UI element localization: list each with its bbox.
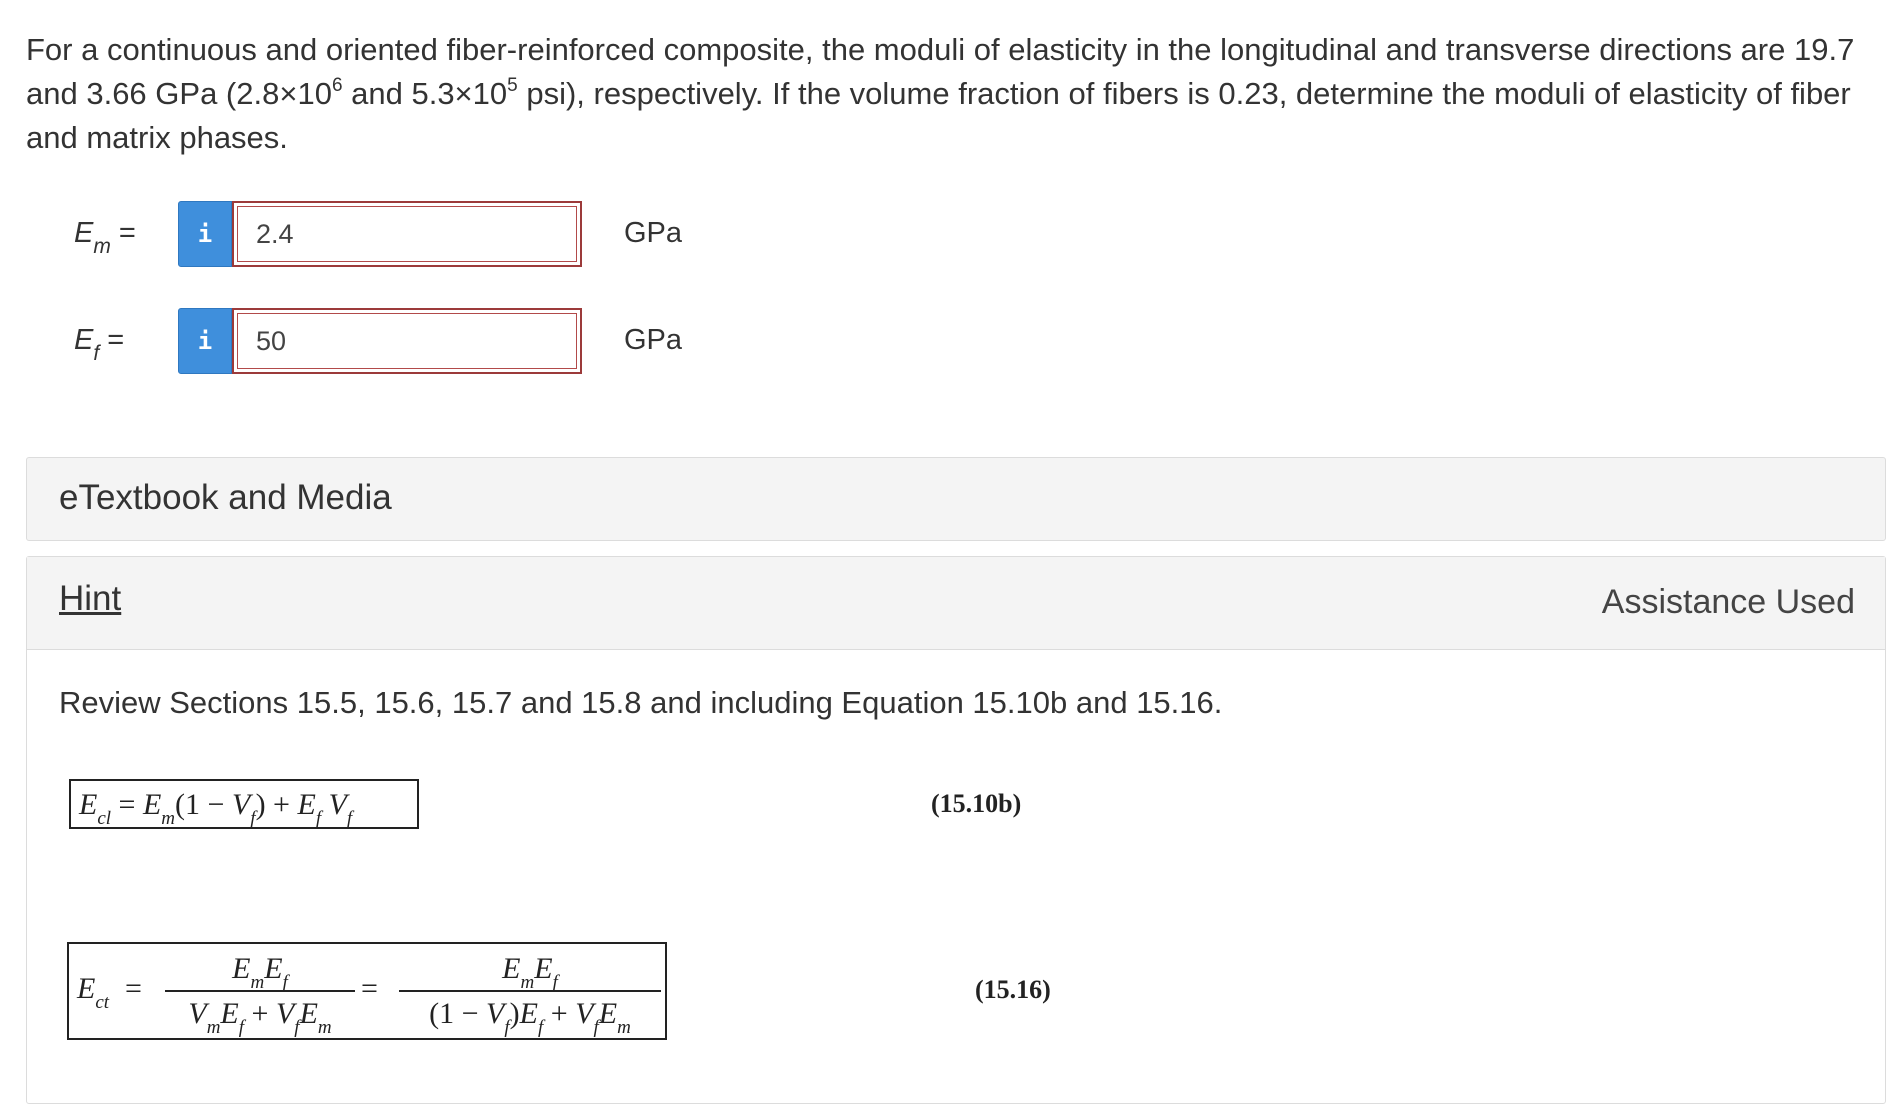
assistance-used-label: Assistance Used (1601, 583, 1855, 621)
etextbook-panel[interactable]: eTextbook and Media (26, 457, 1886, 541)
answer-row-ef: Ef = i GPa (74, 308, 974, 374)
em-label: Em = (74, 217, 136, 258)
ef-label: Ef = (74, 324, 125, 365)
hint-panel: Hint Assistance Used Review Sections 15.… (26, 556, 1886, 1104)
question-text: For a continuous and oriented fiber-rein… (26, 28, 1876, 160)
equation-15-16: Ect = EmEf VmEf + VfEm = EmEf (1 − Vf)Ef… (67, 942, 667, 1040)
question-exponent-2: 5 (507, 74, 518, 96)
answer-row-em: Em = i GPa (74, 201, 974, 267)
question-text-part2: and 5.3×10 (342, 76, 508, 111)
ef-input[interactable] (232, 308, 582, 374)
equation-15-10b: Ecl = Em(1 − Vf) + Ef Vf (69, 779, 419, 829)
hint-text: Review Sections 15.5, 15.6, 15.7 and 15.… (59, 685, 1223, 720)
info-icon[interactable]: i (178, 201, 232, 267)
hint-link[interactable]: Hint (59, 579, 121, 619)
equation-number-15-10b: (15.10b) (931, 789, 1022, 818)
info-icon[interactable]: i (178, 308, 232, 374)
em-unit: GPa (624, 217, 683, 249)
equation-number-15-16: (15.16) (975, 975, 1051, 1004)
etextbook-title[interactable]: eTextbook and Media (59, 478, 392, 518)
question-exponent-1: 6 (331, 74, 343, 96)
hint-header: Hint Assistance Used (27, 557, 1885, 650)
ef-unit: GPa (624, 324, 683, 356)
em-input[interactable] (232, 201, 582, 267)
